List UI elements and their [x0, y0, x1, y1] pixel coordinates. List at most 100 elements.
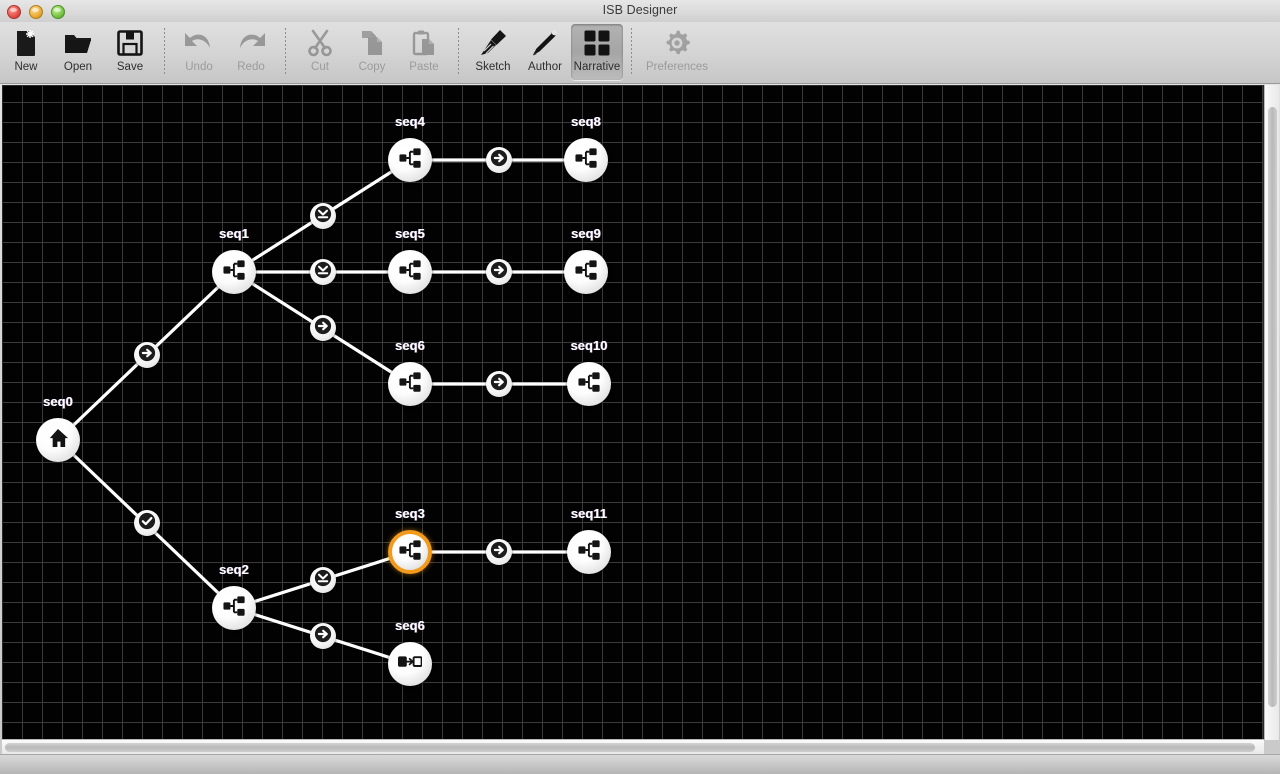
- toolbar-group-history: Undo Redo: [173, 24, 277, 82]
- arrow-right-circle-icon: [138, 344, 156, 367]
- new-button[interactable]: New: [0, 24, 52, 80]
- arrow-right-circle-icon: [490, 541, 508, 564]
- author-button[interactable]: Author: [519, 24, 571, 80]
- toolbar-separator-4: [631, 28, 632, 76]
- sitemap-icon: [574, 147, 598, 174]
- sitemap-icon: [222, 595, 246, 622]
- scissors-icon: [306, 28, 334, 58]
- preferences-button-label: Preferences: [645, 61, 708, 73]
- graph-node-seq10[interactable]: [567, 362, 611, 406]
- window-titlebar: ISB Designer: [0, 0, 1280, 22]
- sitemap-icon: [398, 147, 422, 174]
- edge-connector-c-seq5-seq9[interactable]: [486, 259, 512, 285]
- graph-node-seq0[interactable]: [36, 418, 80, 462]
- edge-connector-c-seq1-seq4[interactable]: [310, 203, 336, 229]
- horizontal-scrollbar[interactable]: [2, 739, 1264, 754]
- main-toolbar: New Open Save Undo Redo Cut Copy Paste S…: [0, 22, 1280, 84]
- four-squares-icon: [583, 28, 611, 58]
- copy-button-label: Copy: [358, 61, 386, 73]
- arrow-right-circle-icon: [314, 625, 332, 648]
- open-button-label: Open: [63, 61, 93, 73]
- edge-connector-c-seq0-seq1[interactable]: [134, 342, 160, 368]
- redo-arrow-icon: [235, 28, 267, 58]
- save-button[interactable]: Save: [104, 24, 156, 80]
- gear-icon: [662, 28, 692, 58]
- edge-connector-c-seq4-seq8[interactable]: [486, 147, 512, 173]
- copy-button[interactable]: Copy: [346, 24, 398, 80]
- sitemap-icon: [398, 259, 422, 286]
- arrow-right-circle-icon: [490, 261, 508, 284]
- edge-connector-c-seq3-seq11[interactable]: [486, 539, 512, 565]
- sitemap-icon: [577, 539, 601, 566]
- paste-button[interactable]: Paste: [398, 24, 450, 80]
- graph-node-seq8[interactable]: [564, 138, 608, 182]
- copy-pages-icon: [358, 28, 386, 58]
- save-button-label: Save: [116, 61, 144, 73]
- sketch-button[interactable]: Sketch: [467, 24, 519, 80]
- arrow-down-line-icon: [314, 569, 332, 592]
- graph-edges: [56, 158, 591, 666]
- toolbar-group-settings: Preferences: [640, 24, 714, 82]
- graph-node-seq3[interactable]: [388, 530, 432, 574]
- preferences-button[interactable]: Preferences: [640, 24, 714, 80]
- undo-arrow-icon: [183, 28, 215, 58]
- arrow-right-circle-icon: [490, 149, 508, 172]
- open-button[interactable]: Open: [52, 24, 104, 80]
- window-title: ISB Designer: [602, 3, 678, 17]
- graph-node-seq6b[interactable]: [388, 642, 432, 686]
- toolbar-group-file: New Open Save: [0, 24, 156, 82]
- graph-node-seq4[interactable]: [388, 138, 432, 182]
- redo-button-label: Redo: [237, 61, 265, 73]
- edge-connector-c-seq6a-seq10[interactable]: [486, 371, 512, 397]
- folder-open-icon: [63, 28, 93, 58]
- graph-node-seq5[interactable]: [388, 250, 432, 294]
- graph-node-seq11[interactable]: [567, 530, 611, 574]
- redo-button[interactable]: Redo: [225, 24, 277, 80]
- arrow-down-line-icon: [314, 205, 332, 228]
- edge-connector-c-seq2-seq3[interactable]: [310, 567, 336, 593]
- transition-icon: [398, 654, 423, 675]
- horizontal-scrollbar-thumb[interactable]: [5, 743, 1255, 752]
- sitemap-icon: [398, 539, 422, 566]
- arrow-down-line-icon: [314, 261, 332, 284]
- app-window: ISB Designer New Open Save Undo Redo Cut…: [0, 0, 1280, 774]
- edge-connector-c-seq1-seq6a[interactable]: [310, 315, 336, 341]
- home-icon: [47, 427, 69, 454]
- toolbar-separator-3: [458, 28, 459, 76]
- toolbar-group-modes: Sketch Author Narrative: [467, 24, 623, 82]
- vertical-scrollbar[interactable]: [1264, 85, 1279, 740]
- sitemap-icon: [574, 259, 598, 286]
- vertical-scrollbar-thumb[interactable]: [1268, 107, 1277, 707]
- sitemap-icon: [222, 259, 246, 286]
- edge-connector-c-seq2-seq6b[interactable]: [310, 623, 336, 649]
- graph-node-seq6a[interactable]: [388, 362, 432, 406]
- edge-connector-c-seq0-seq2[interactable]: [134, 510, 160, 536]
- arrow-right-circle-icon: [490, 373, 508, 396]
- clipboard-icon: [410, 28, 438, 58]
- toolbar-separator-2: [285, 28, 286, 76]
- sitemap-icon: [577, 371, 601, 398]
- undo-button[interactable]: Undo: [173, 24, 225, 80]
- pencil-icon: [530, 28, 560, 58]
- graph-node-seq1[interactable]: [212, 250, 256, 294]
- sitemap-icon: [398, 371, 422, 398]
- floppy-disk-icon: [116, 28, 144, 58]
- narrative-canvas[interactable]: seq0 seq1 seq4 seq8 seq5 seq9 seq6 seq10 seq2 seq…: [2, 85, 1264, 740]
- new-button-label: New: [14, 61, 38, 73]
- paste-button-label: Paste: [409, 61, 439, 73]
- narrative-button-label: Narrative: [573, 61, 621, 73]
- cut-button-label: Cut: [311, 61, 329, 73]
- edge-connector-c-seq1-seq5[interactable]: [310, 259, 336, 285]
- arrow-right-circle-icon: [314, 317, 332, 340]
- new-document-icon: [13, 28, 39, 58]
- cut-button[interactable]: Cut: [294, 24, 346, 80]
- toolbar-group-clipboard: Cut Copy Paste: [294, 24, 450, 82]
- status-bar: [0, 754, 1280, 774]
- paintbrush-icon: [478, 28, 508, 58]
- narrative-button[interactable]: Narrative: [571, 24, 623, 80]
- toolbar-separator-1: [164, 28, 165, 76]
- graph-node-seq2[interactable]: [212, 586, 256, 630]
- check-circle-icon: [138, 512, 156, 535]
- sketch-button-label: Sketch: [475, 61, 511, 73]
- graph-node-seq9[interactable]: [564, 250, 608, 294]
